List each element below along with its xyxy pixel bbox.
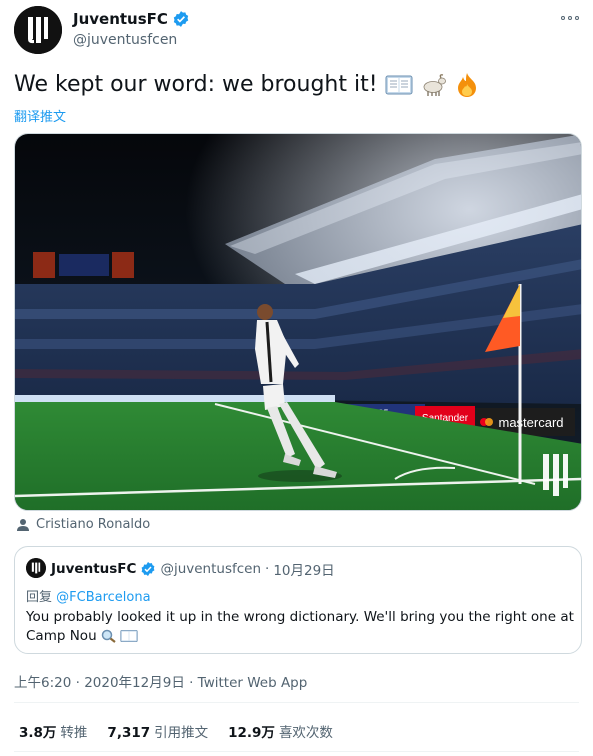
likes-label: 喜欢次数 (278, 725, 333, 741)
retweets-count: 3.8万 (19, 725, 57, 741)
tagged-people[interactable]: Cristiano Ronaldo (16, 517, 150, 532)
tweet-text-body: We kept our word: we brought it! (14, 72, 385, 97)
magnifying-glass-icon (101, 629, 116, 643)
person-icon (17, 518, 29, 531)
verified-badge-icon (173, 11, 189, 27)
quoted-handle: @juventusfcen (160, 561, 262, 577)
quoted-display-name: JuventusFC (51, 561, 137, 577)
verified-badge-icon (142, 562, 155, 576)
board-mastercard-text: mastercard (498, 415, 563, 430)
quoted-body: You probably looked it up in the wrong d… (26, 608, 574, 646)
tweet-detail: JuventusFC @juventusfcen We kept our wor… (0, 0, 593, 756)
translate-tweet-link[interactable]: 翻译推文 (14, 106, 66, 125)
open-book-icon (385, 75, 413, 95)
quoted-date: 10月29日 (273, 563, 335, 579)
stadium-photo: PS5 Santander mastercard (15, 134, 581, 510)
fire-icon (457, 73, 476, 97)
quoted-tweet[interactable]: JuventusFC @juventusfcen · 10月29日 回复 @FC… (14, 546, 582, 654)
quote-tweets-count: 7,317 (107, 725, 151, 741)
juventus-logo-icon (14, 6, 62, 54)
tweet-text: We kept our word: we brought it! (14, 72, 479, 98)
reply-mention-link[interactable]: @FCBarcelona (56, 590, 150, 605)
author-display-name[interactable]: JuventusFC (73, 10, 168, 28)
reply-prefix: 回复 (26, 590, 53, 605)
retweets-label: 转推 (60, 725, 88, 741)
engagement-stats: 3.8万 转推 7,317 引用推文 12.9万 喜欢次数 (19, 721, 333, 741)
juventus-logo-icon (26, 558, 46, 578)
goat-icon (423, 74, 446, 96)
quoted-header: JuventusFC @juventusfcen · 10月29日 (51, 559, 335, 579)
open-book-icon (120, 629, 138, 643)
author-handle[interactable]: @juventusfcen (73, 32, 177, 48)
likes-count: 12.9万 (228, 725, 275, 741)
more-dot (568, 16, 572, 20)
author-name-row[interactable]: JuventusFC (73, 10, 190, 28)
author-avatar[interactable] (14, 6, 62, 54)
likes-stat[interactable]: 12.9万 喜欢次数 (228, 721, 333, 741)
more-options-icon[interactable] (561, 13, 581, 23)
quote-tweets-label: 引用推文 (154, 725, 209, 741)
more-dot (561, 16, 565, 20)
quoted-reply-to: 回复 @FCBarcelona (26, 586, 151, 605)
more-dot (575, 16, 579, 20)
retweets-stat[interactable]: 3.8万 转推 (19, 721, 87, 741)
divider (14, 751, 579, 752)
quoted-author-avatar (26, 558, 46, 578)
quote-tweets-stat[interactable]: 7,317 引用推文 (107, 721, 208, 741)
divider (14, 702, 579, 703)
tweet-timestamp[interactable]: 上午6:20 · 2020年12月9日 · Twitter Web App (14, 671, 307, 691)
tweet-photo[interactable]: PS5 Santander mastercard (14, 133, 582, 511)
quoted-separator: · (265, 561, 270, 577)
tagged-person-name[interactable]: Cristiano Ronaldo (36, 517, 150, 532)
